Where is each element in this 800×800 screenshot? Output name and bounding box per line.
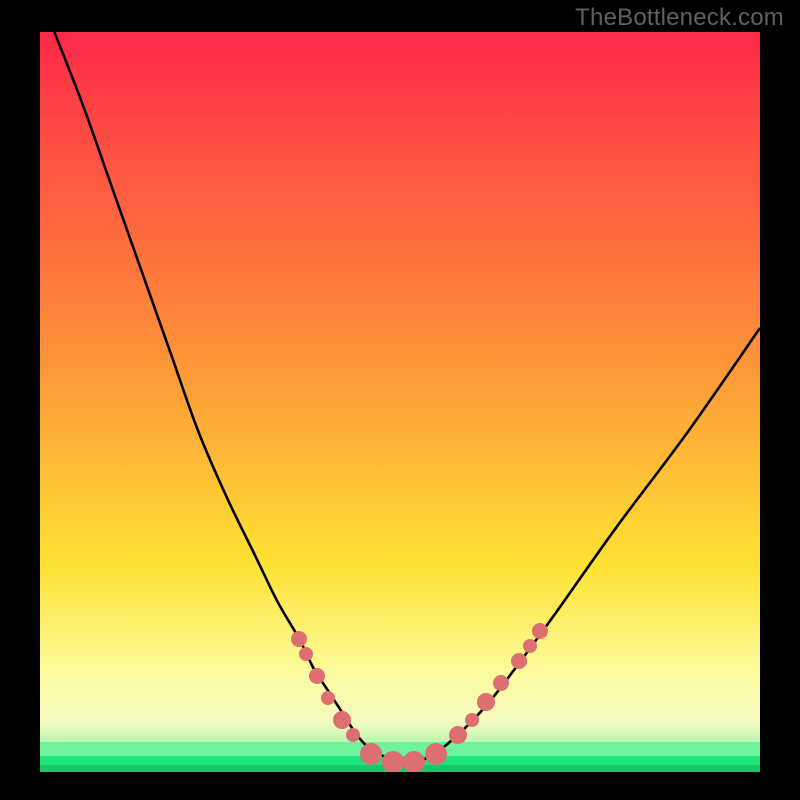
marker-dot (465, 713, 479, 727)
marker-dot (309, 668, 325, 684)
marker-dot (333, 711, 351, 729)
marker-dot (291, 631, 307, 647)
marker-dot (360, 743, 382, 765)
bottleneck-curve (40, 32, 760, 772)
marker-dot (493, 675, 509, 691)
marker-dot (403, 751, 425, 772)
marker-dot (477, 693, 495, 711)
marker-dot (425, 743, 447, 765)
watermark-text: TheBottleneck.com (575, 4, 784, 32)
marker-dot (532, 623, 548, 639)
marker-dot (382, 751, 404, 772)
marker-dot (523, 639, 537, 653)
marker-dot (346, 728, 360, 742)
marker-dot (299, 647, 313, 661)
plot-area (40, 32, 760, 772)
curve-path (54, 32, 760, 765)
marker-dot (321, 691, 335, 705)
chart-frame: TheBottleneck.com (0, 0, 800, 800)
marker-dot (449, 726, 467, 744)
marker-dot (511, 653, 527, 669)
